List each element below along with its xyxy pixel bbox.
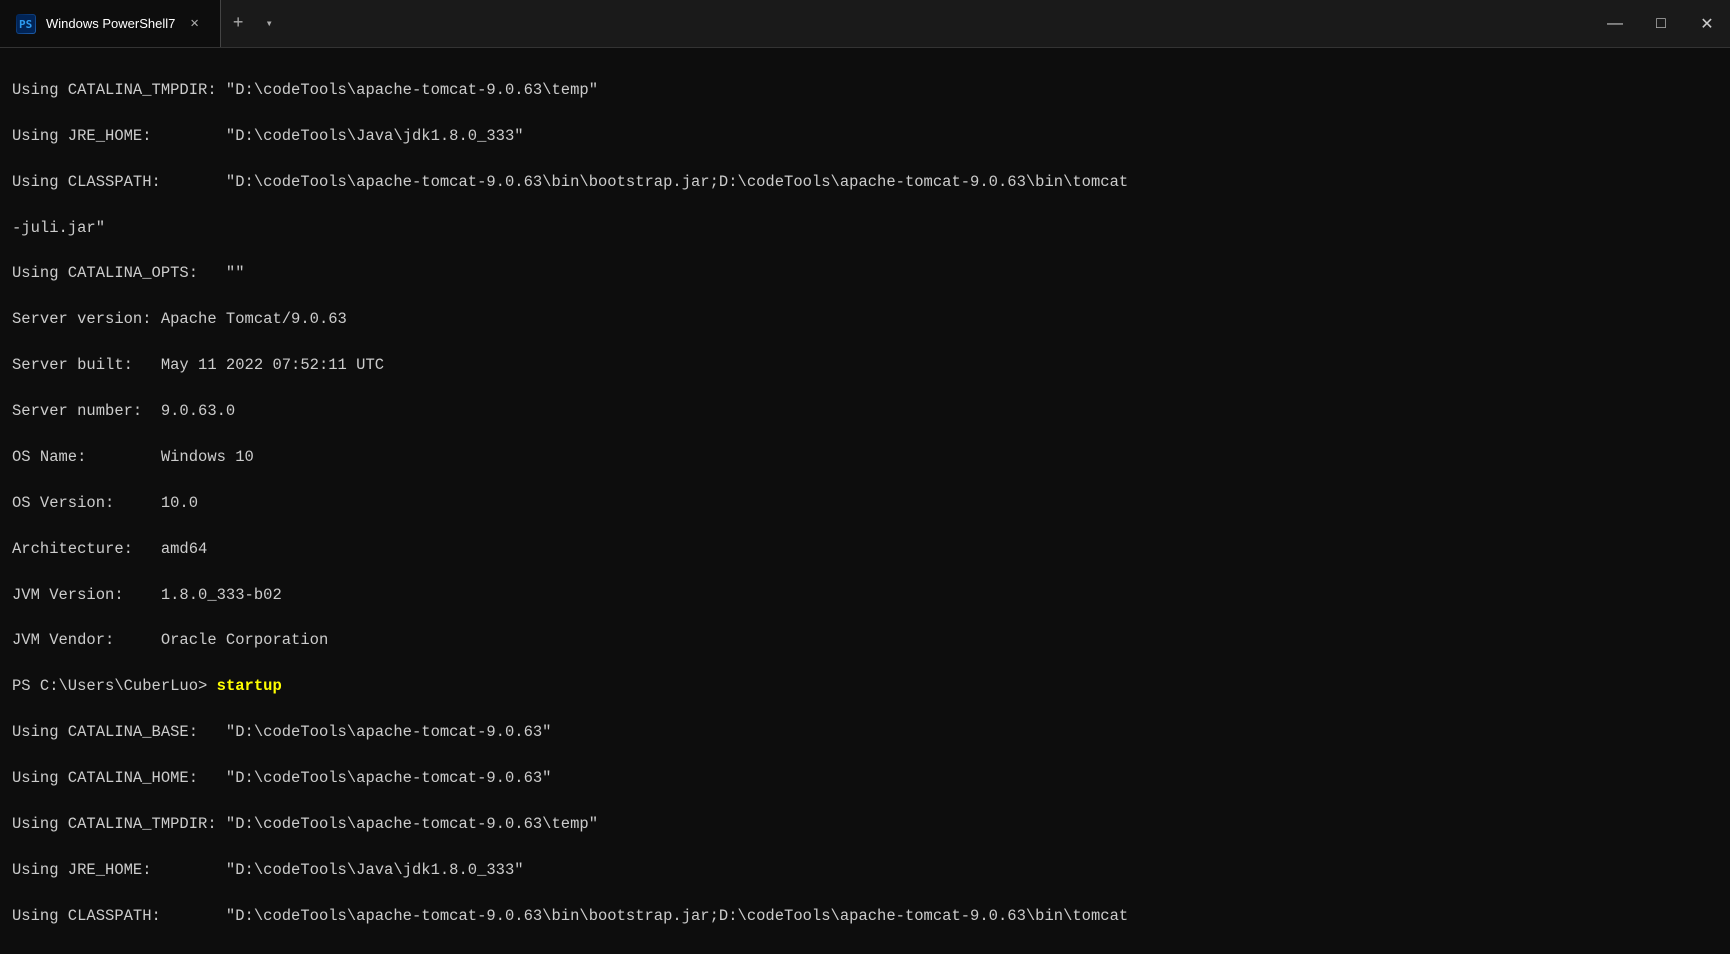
minimize-button[interactable]: — (1592, 0, 1638, 47)
prompt-text: PS C:\Users\CuberLuo> (12, 677, 217, 695)
terminal-line: Server built: May 11 2022 07:52:11 UTC (12, 354, 1718, 377)
terminal-line: Using CLASSPATH: "D:\codeTools\apache-to… (12, 905, 1718, 928)
terminal-line: JVM Vendor: Oracle Corporation (12, 629, 1718, 652)
terminal-line: Using JRE_HOME: "D:\codeTools\Java\jdk1.… (12, 859, 1718, 882)
terminal-line: Using CATALINA_OPTS: "" (12, 262, 1718, 285)
ps-icon: PS (16, 14, 36, 34)
terminal-line: PS C:\Users\CuberLuo> startup (12, 675, 1718, 698)
terminal-output: Using CATALINA_TMPDIR: "D:\codeTools\apa… (0, 48, 1730, 954)
tab-label: Windows PowerShell7 (46, 16, 175, 31)
close-window-button[interactable]: ✕ (1684, 0, 1730, 47)
terminal-line: Architecture: amd64 (12, 538, 1718, 561)
terminal-line: Using CLASSPATH: "D:\codeTools\apache-to… (12, 171, 1718, 194)
command-text: startup (217, 677, 282, 695)
terminal-line: Server version: Apache Tomcat/9.0.63 (12, 308, 1718, 331)
terminal-line: OS Name: Windows 10 (12, 446, 1718, 469)
terminal-tab[interactable]: PS Windows PowerShell7 ✕ (0, 0, 221, 47)
new-tab-button[interactable]: + (221, 0, 256, 47)
terminal-line: Using CATALINA_TMPDIR: "D:\codeTools\apa… (12, 79, 1718, 102)
maximize-button[interactable]: □ (1638, 0, 1684, 47)
svg-text:PS: PS (19, 18, 32, 31)
close-tab-button[interactable]: ✕ (185, 13, 203, 34)
terminal-line: OS Version: 10.0 (12, 492, 1718, 515)
terminal-line: JVM Version: 1.8.0_333-b02 (12, 584, 1718, 607)
terminal-line: -juli.jar" (12, 951, 1718, 954)
tab-dropdown-button[interactable]: ▾ (256, 0, 283, 47)
ps-logo: PS (16, 14, 36, 34)
window-controls: — □ ✕ (1592, 0, 1730, 47)
titlebar: PS Windows PowerShell7 ✕ + ▾ — □ ✕ (0, 0, 1730, 48)
terminal-line: -juli.jar" (12, 217, 1718, 240)
terminal-line: Using CATALINA_TMPDIR: "D:\codeTools\apa… (12, 813, 1718, 836)
terminal-line: Server number: 9.0.63.0 (12, 400, 1718, 423)
terminal-line: Using CATALINA_BASE: "D:\codeTools\apach… (12, 721, 1718, 744)
terminal-line: Using JRE_HOME: "D:\codeTools\Java\jdk1.… (12, 125, 1718, 148)
terminal-line: Using CATALINA_HOME: "D:\codeTools\apach… (12, 767, 1718, 790)
